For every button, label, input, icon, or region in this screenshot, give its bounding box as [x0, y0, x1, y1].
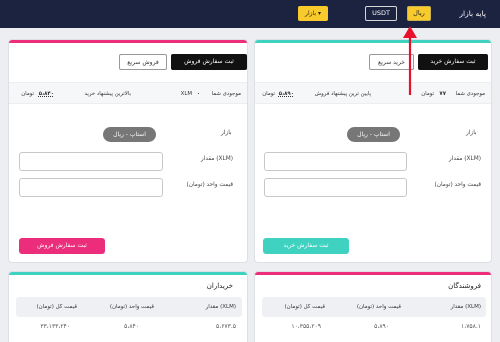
annotation-arrow-icon [403, 26, 417, 95]
